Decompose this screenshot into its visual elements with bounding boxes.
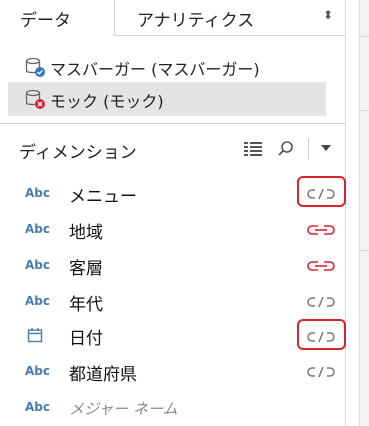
field-row[interactable]: 日付 [0,318,346,354]
field-row[interactable]: Abc 年代 [0,284,345,320]
sort-arrows-icon: ⬍ [322,8,333,22]
section-divider [0,123,345,124]
broken-link-icon[interactable] [306,294,336,310]
string-type-icon: Abc [25,400,50,414]
search-icon[interactable] [277,140,295,158]
grid-view-icon[interactable] [244,142,262,156]
dimensions-header: ディメンション [19,143,137,163]
side-panel-strip [359,0,369,426]
field-row[interactable]: Abc メジャー ネーム [0,390,345,426]
database-error-icon [25,89,45,109]
side-panel-seg [359,250,369,251]
datasource-item[interactable]: マスバーガー (マスバーガー) [8,50,326,84]
side-panel-seg [359,110,369,111]
field-name: メジャー ネーム [69,400,178,418]
broken-link-icon[interactable] [306,186,336,202]
string-type-icon: Abc [25,364,50,378]
link-icon[interactable] [306,258,336,274]
broken-link-icon[interactable] [306,329,336,345]
string-type-icon: Abc [25,222,50,236]
field-name: 年代 [69,295,103,315]
field-row[interactable]: Abc 客層 [0,248,345,284]
link-icon[interactable] [306,222,336,238]
calendar-icon [27,328,43,343]
tab-data[interactable]: データ [20,6,71,31]
string-type-icon: Abc [25,294,50,308]
tab-analytics[interactable]: アナリティクス ⬍ [114,0,345,36]
header-divider [308,138,309,160]
field-name: 地域 [69,223,103,243]
field-name: 都道府県 [69,365,137,385]
field-name: メニュー [69,187,137,207]
panel-divider [345,0,346,426]
side-panel-seg [359,36,369,37]
field-name: 客層 [69,259,103,279]
datasource-label: モック (モック) [50,92,164,111]
field-name: 日付 [69,329,103,349]
datasource-item-selected[interactable]: モック (モック) [8,82,326,116]
field-row[interactable]: Abc メニュー [0,176,346,212]
field-row[interactable]: Abc 地域 [0,212,345,248]
chevron-down-icon[interactable] [321,145,331,151]
datasource-label: マスバーガー (マスバーガー) [50,60,260,79]
string-type-icon: Abc [25,186,50,200]
tab-analytics-label: アナリティクス [137,11,255,31]
database-ok-icon [25,57,45,77]
string-type-icon: Abc [25,258,50,272]
field-row[interactable]: Abc 都道府県 [0,354,345,390]
broken-link-icon[interactable] [306,364,336,380]
